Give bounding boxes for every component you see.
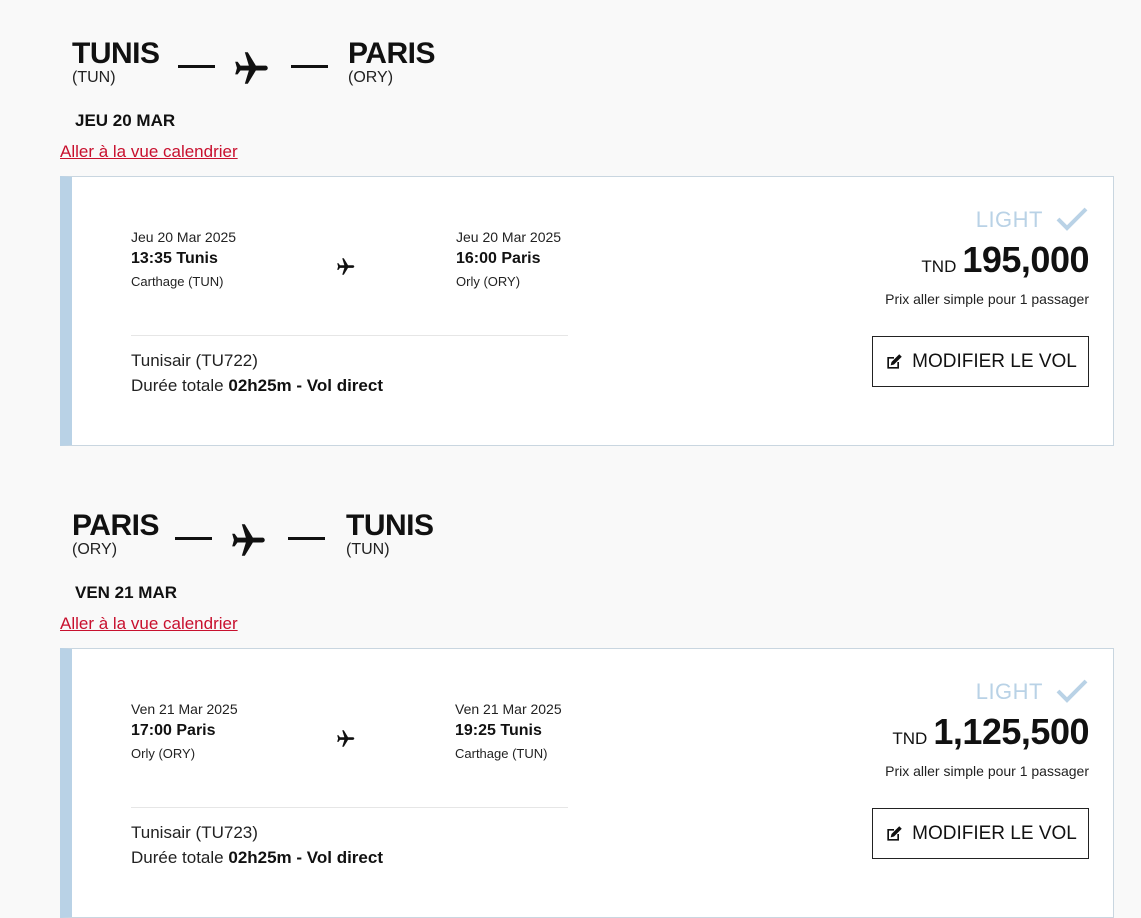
route-dash: [178, 65, 215, 68]
divider: [131, 335, 568, 336]
modify-flight-label: MODIFIER LE VOL: [912, 350, 1077, 372]
edit-icon: [887, 825, 902, 841]
flight-card[interactable]: Jeu 20 Mar 2025 13:35 Tunis Carthage (TU…: [60, 176, 1114, 446]
price-note: Prix aller simple pour 1 passager: [885, 291, 1089, 307]
total-duration: Durée totale 02h25m - Vol direct: [131, 376, 383, 396]
plane-icon: [232, 524, 265, 556]
check-icon: [1056, 207, 1088, 231]
duration-value: 02h25m - Vol direct: [228, 848, 383, 867]
check-icon: [1056, 679, 1088, 703]
route-dash: [175, 537, 212, 540]
route-dash: [288, 537, 325, 540]
plane-icon: [337, 258, 355, 275]
currency: TND: [892, 729, 928, 748]
departure-date: Jeu 20 Mar 2025: [131, 229, 237, 245]
plane-icon: [235, 52, 268, 84]
departure-time-city: 17:00 Paris: [131, 722, 216, 739]
price-amount: 195,000: [962, 239, 1089, 280]
departure-airport: Orly (ORY): [131, 746, 196, 761]
fare-class-label: LIGHT: [975, 679, 1043, 704]
arrival-date: Jeu 20 Mar 2025: [456, 229, 562, 245]
origin-city-code: (TUN): [72, 69, 116, 86]
modify-flight-label: MODIFIER LE VOL: [912, 822, 1077, 844]
origin-city-name: PARIS: [72, 509, 159, 542]
currency: TND: [921, 257, 957, 276]
total-duration: Durée totale 02h25m - Vol direct: [131, 848, 383, 868]
destination-city-code: (TUN): [346, 541, 390, 558]
travel-date: VEN 21 MAR: [75, 583, 178, 602]
price-note: Prix aller simple pour 1 passager: [885, 763, 1089, 779]
travel-date: JEU 20 MAR: [75, 111, 176, 130]
destination-city-name: PARIS: [348, 37, 435, 70]
destination-city: PARIS (ORY): [348, 38, 435, 86]
duration-prefix: Durée totale: [131, 848, 224, 867]
destination-city: TUNIS (TUN): [346, 510, 434, 558]
arrival-time-city: 16:00 Paris: [456, 250, 541, 267]
outbound-route-header: TUNIS (TUN) PARIS (ORY): [72, 38, 572, 98]
modify-flight-button[interactable]: MODIFIER LE VOL: [872, 808, 1089, 859]
airline-flight-number: Tunisair (TU722): [131, 351, 258, 370]
destination-city-name: TUNIS: [346, 509, 434, 542]
departure-date: Ven 21 Mar 2025: [131, 701, 238, 717]
fare-class-label: LIGHT: [975, 207, 1043, 232]
flight-card[interactable]: Ven 21 Mar 2025 17:00 Paris Orly (ORY) V…: [60, 648, 1114, 918]
duration-value: 02h25m - Vol direct: [228, 376, 383, 395]
modify-flight-button[interactable]: MODIFIER LE VOL: [872, 336, 1089, 387]
price: TND 195,000: [921, 239, 1089, 281]
destination-city-code: (ORY): [348, 69, 394, 86]
origin-city-name: TUNIS: [72, 37, 160, 70]
price-amount: 1,125,500: [933, 711, 1089, 752]
price: TND 1,125,500: [892, 711, 1089, 753]
arrival-date: Ven 21 Mar 2025: [455, 701, 562, 717]
edit-icon: [887, 353, 902, 369]
arrival-time-city: 19:25 Tunis: [455, 722, 542, 739]
route-dash: [291, 65, 328, 68]
plane-icon: [337, 730, 355, 747]
origin-city: PARIS (ORY): [72, 510, 159, 558]
calendar-view-link[interactable]: Aller à la vue calendrier: [60, 142, 238, 162]
origin-city: TUNIS (TUN): [72, 38, 160, 86]
arrival-airport: Orly (ORY): [456, 274, 521, 289]
duration-prefix: Durée totale: [131, 376, 224, 395]
calendar-view-link[interactable]: Aller à la vue calendrier: [60, 614, 238, 634]
departure-time-city: 13:35 Tunis: [131, 250, 218, 267]
origin-city-code: (ORY): [72, 541, 118, 558]
divider: [131, 807, 568, 808]
departure-airport: Carthage (TUN): [131, 274, 224, 289]
arrival-airport: Carthage (TUN): [455, 746, 548, 761]
airline-flight-number: Tunisair (TU723): [131, 823, 258, 842]
return-route-header: PARIS (ORY) TUNIS (TUN): [72, 510, 572, 570]
